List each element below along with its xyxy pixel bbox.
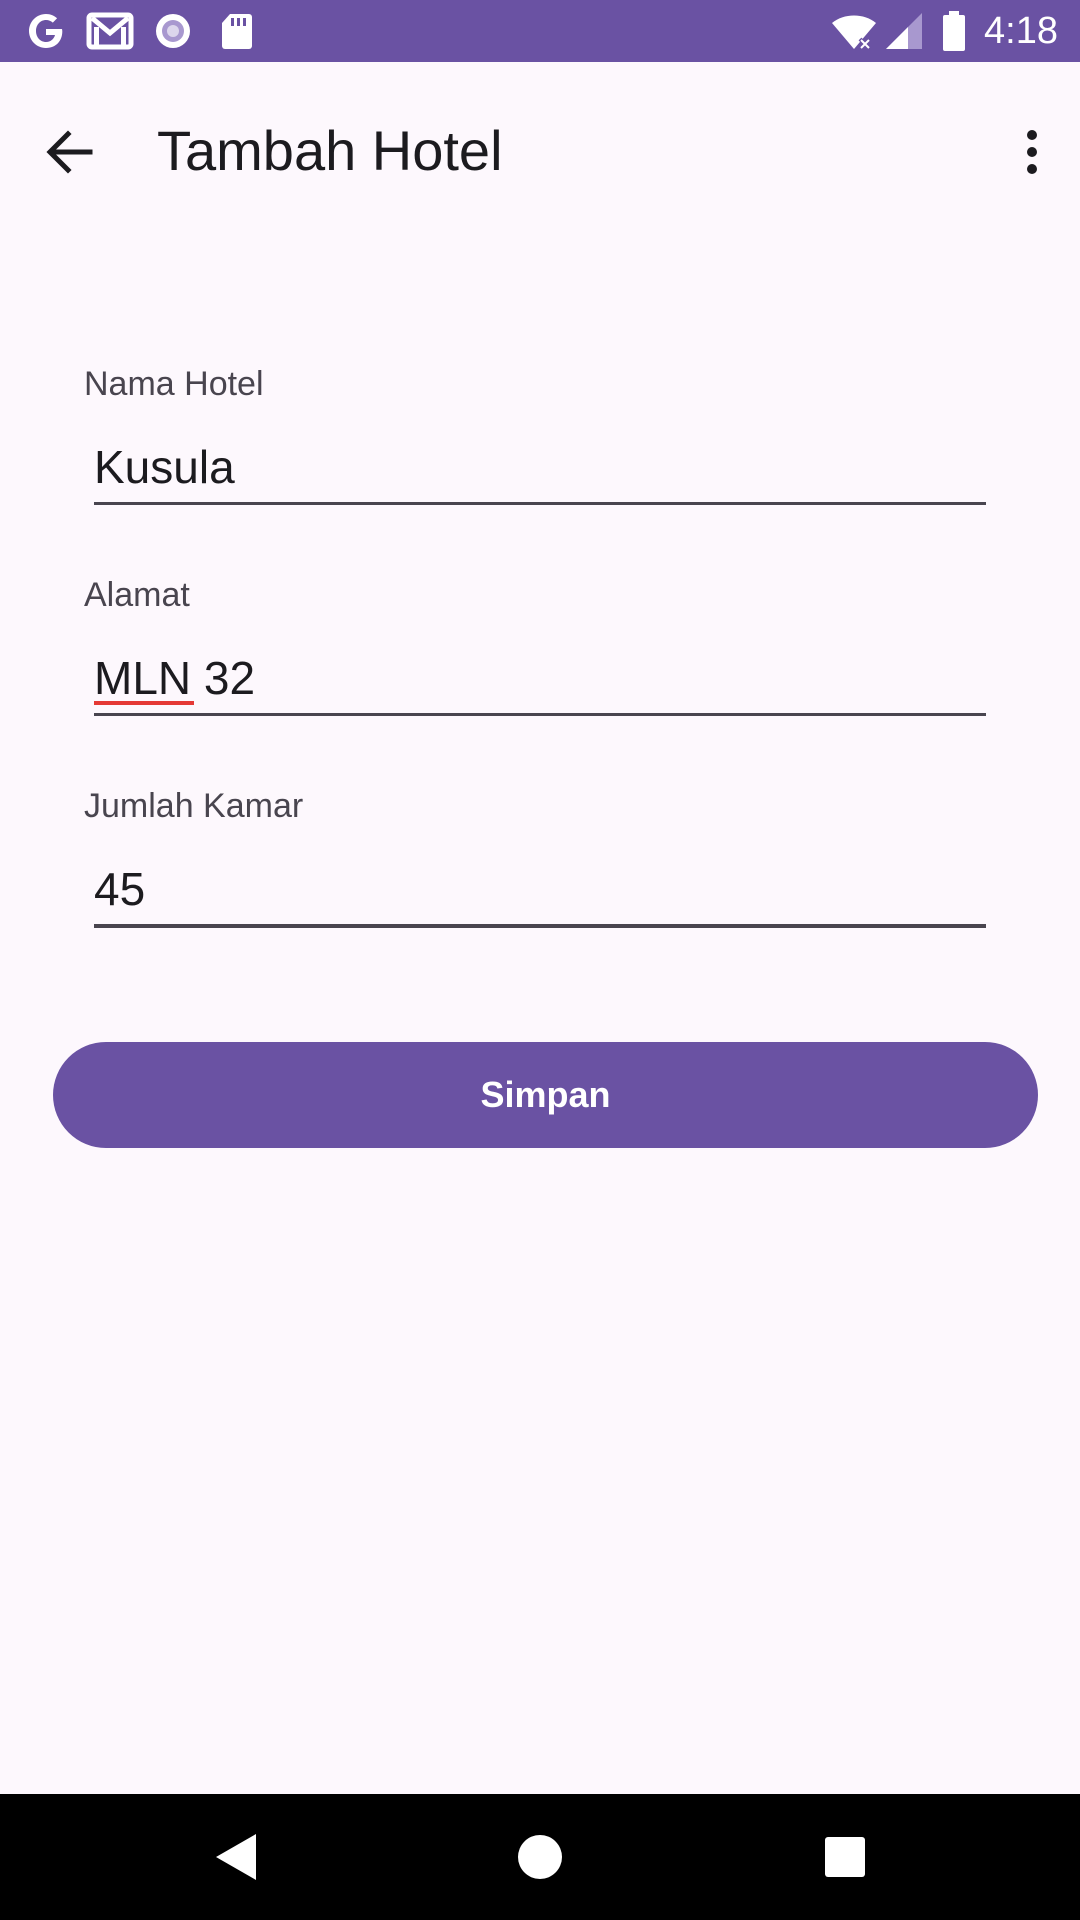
nav-back-icon — [216, 1834, 256, 1880]
jumlah-kamar-label: Jumlah Kamar — [84, 787, 304, 825]
navigation-bar — [0, 1794, 1080, 1920]
nav-back-button[interactable] — [200, 1822, 270, 1892]
app-bar: Tambah Hotel — [0, 62, 1080, 232]
alamat-label: Alamat — [84, 576, 190, 614]
battery-icon — [943, 11, 965, 51]
nama-hotel-underline — [94, 502, 986, 505]
google-icon — [29, 14, 63, 48]
nama-hotel-input[interactable] — [94, 430, 986, 504]
nama-hotel-label: Nama Hotel — [84, 365, 264, 403]
jumlah-kamar-input[interactable] — [94, 852, 986, 926]
page-title: Tambah Hotel — [157, 119, 503, 182]
overflow-menu-button[interactable] — [996, 112, 1068, 192]
save-button[interactable]: Simpan — [53, 1042, 1038, 1148]
nav-home-icon — [518, 1835, 562, 1879]
status-bar: 4:18 — [0, 0, 1080, 62]
status-time: 4:18 — [984, 10, 1058, 52]
spellcheck-underline — [94, 701, 194, 705]
nav-home-button[interactable] — [505, 1822, 575, 1892]
wifi-icon — [832, 15, 876, 51]
back-button[interactable] — [32, 112, 112, 192]
sd-card-icon — [222, 14, 252, 49]
gmail-icon — [86, 12, 134, 50]
alamat-input[interactable] — [94, 641, 986, 715]
nav-recents-icon — [825, 1837, 865, 1877]
signal-icon — [886, 13, 922, 49]
media-icon — [156, 14, 190, 48]
jumlah-kamar-underline — [94, 924, 986, 928]
nav-recents-button[interactable] — [810, 1822, 880, 1892]
more-vert-icon — [1027, 130, 1037, 174]
arrow-back-icon — [46, 130, 93, 174]
alamat-underline — [94, 713, 986, 716]
